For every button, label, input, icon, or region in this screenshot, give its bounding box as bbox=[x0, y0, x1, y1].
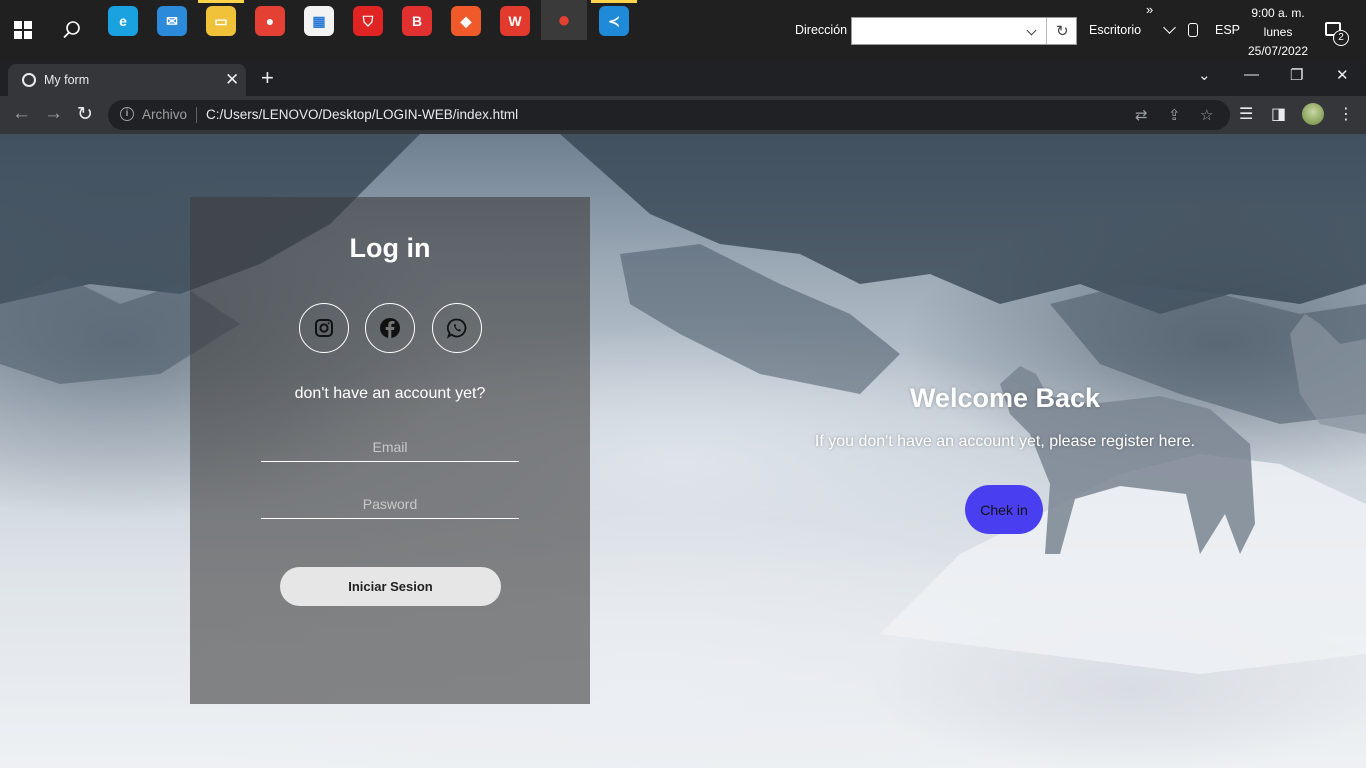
wps-office-icon[interactable]: W bbox=[500, 6, 530, 36]
brave-icon[interactable]: ◆ bbox=[451, 6, 481, 36]
globe-icon bbox=[22, 73, 36, 87]
whatsapp-button[interactable] bbox=[432, 303, 482, 353]
minimize-icon[interactable]: — bbox=[1244, 66, 1259, 83]
whatsapp-icon bbox=[446, 318, 467, 339]
tab-title: My form bbox=[44, 73, 90, 87]
refresh-icon[interactable]: ↻ bbox=[1056, 22, 1069, 40]
login-subtitle: don't have an account yet? bbox=[294, 385, 486, 402]
password-field[interactable] bbox=[261, 489, 519, 519]
browser-tab[interactable]: My form ✕ bbox=[8, 64, 246, 96]
share-icon[interactable]: ⇪ bbox=[1168, 106, 1181, 124]
system-clock[interactable]: 9:00 a. m. lunes 25/07/2022 bbox=[1240, 4, 1316, 61]
welcome-title: Welcome Back bbox=[909, 383, 1101, 413]
b-app-icon[interactable]: B bbox=[402, 6, 432, 36]
facebook-icon bbox=[380, 318, 400, 338]
vscode-icon[interactable]: ≺ bbox=[591, 0, 637, 36]
forward-icon[interactable]: → bbox=[44, 103, 63, 125]
back-icon[interactable]: ← bbox=[12, 103, 31, 125]
url-scheme-label: Archivo bbox=[142, 107, 188, 122]
address-toolbar-label: Dirección bbox=[795, 23, 848, 37]
bookmark-star-icon[interactable]: ☆ bbox=[1200, 106, 1213, 124]
instagram-button[interactable] bbox=[299, 303, 349, 353]
instagram-icon bbox=[315, 319, 333, 337]
close-window-icon[interactable]: ✕ bbox=[1336, 66, 1349, 84]
mail-icon[interactable]: ✉ bbox=[157, 6, 187, 36]
brave-shield-icon[interactable]: ⛉ bbox=[353, 6, 383, 36]
toolbar-overflow-icon[interactable]: » bbox=[1146, 2, 1153, 17]
address-bar[interactable]: i Archivo C:/Users/LENOVO/Desktop/LOGIN-… bbox=[108, 100, 1230, 130]
taskbar-app-glyph: ▦ bbox=[312, 12, 326, 29]
taskbar-app-glyph: ▭ bbox=[214, 12, 228, 29]
site-info-icon[interactable]: i bbox=[120, 107, 134, 121]
login-submit-button[interactable]: Iniciar Sesion bbox=[280, 567, 501, 606]
chevron-down-icon[interactable] bbox=[1026, 25, 1037, 36]
welcome-subtitle: If you don't have an account yet, please… bbox=[814, 433, 1196, 450]
microsoft-store-icon[interactable]: ▦ bbox=[304, 6, 334, 36]
clock-day: lunes bbox=[1263, 25, 1293, 39]
reload-icon[interactable]: ↻ bbox=[77, 103, 93, 126]
check-in-button[interactable]: Chek in bbox=[965, 485, 1043, 534]
clock-time: 9:00 a. m. bbox=[1251, 6, 1305, 20]
taskbar-app-glyph: W bbox=[508, 13, 522, 29]
browser-tab-strip: My form ✕ + ⌄ — ❐ ✕ bbox=[0, 62, 1366, 96]
desktop-toolbar-label[interactable]: Escritorio bbox=[1089, 23, 1141, 37]
new-tab-icon[interactable]: + bbox=[261, 65, 274, 91]
more-menu-icon[interactable]: ⋮ bbox=[1338, 104, 1354, 124]
translate-icon[interactable]: ⇄ bbox=[1135, 106, 1148, 124]
taskbar-app-glyph: ⛉ bbox=[362, 12, 374, 29]
taskbar-app-glyph: ● bbox=[265, 13, 275, 29]
chrome-active-icon[interactable]: ● bbox=[541, 0, 587, 40]
windows-start-icon[interactable] bbox=[14, 21, 32, 39]
divider bbox=[196, 107, 197, 123]
facebook-button[interactable] bbox=[365, 303, 415, 353]
file-explorer-icon[interactable]: ▭ bbox=[198, 0, 244, 36]
chrome-icon[interactable]: ● bbox=[255, 6, 285, 36]
reading-list-icon[interactable]: ☰ bbox=[1239, 104, 1253, 124]
login-title: Log in bbox=[349, 233, 431, 263]
hidden-icons-chevron-icon[interactable] bbox=[1163, 21, 1176, 34]
close-tab-icon[interactable]: ✕ bbox=[225, 70, 239, 90]
search-icon[interactable] bbox=[60, 18, 84, 42]
browser-toolbar: ← → ↻ i Archivo C:/Users/LENOVO/Desktop/… bbox=[0, 96, 1366, 134]
windows-taskbar: e ✉ ▭ ● ▦ ⛉ B ◆ W ● ≺ Dirección ↻ Escritorio » ESP… bbox=[0, 0, 1366, 62]
taskbar-app-glyph: ● bbox=[557, 7, 571, 32]
divider bbox=[1046, 18, 1047, 44]
url-text[interactable]: C:/Users/LENOVO/Desktop/LOGIN-WEB/index.… bbox=[206, 107, 518, 122]
side-panel-icon[interactable]: ◨ bbox=[1271, 104, 1286, 124]
notifications-count-badge: 2 bbox=[1333, 30, 1349, 46]
restore-icon[interactable]: ❐ bbox=[1290, 66, 1303, 84]
email-field[interactable] bbox=[261, 432, 519, 462]
address-toolbar-input[interactable]: ↻ bbox=[851, 17, 1077, 45]
login-card: Log in don't have an account yet? Inicia… bbox=[190, 197, 590, 704]
taskbar-app-glyph: B bbox=[411, 13, 423, 29]
page-viewport: Log in don't have an account yet? Inicia… bbox=[0, 134, 1366, 768]
taskbar-app-glyph: ◆ bbox=[460, 12, 472, 29]
microphone-icon[interactable] bbox=[1188, 23, 1198, 37]
profile-avatar[interactable] bbox=[1302, 103, 1324, 125]
snow-ridge bbox=[880, 454, 1366, 674]
taskbar-app-glyph: ≺ bbox=[608, 12, 620, 29]
edge-icon[interactable]: e bbox=[108, 6, 138, 36]
taskbar-app-glyph: ✉ bbox=[166, 12, 178, 29]
tab-search-chevron-icon[interactable]: ⌄ bbox=[1198, 66, 1211, 84]
clock-date: 25/07/2022 bbox=[1247, 44, 1309, 58]
language-indicator[interactable]: ESP bbox=[1215, 23, 1240, 37]
taskbar-app-glyph: e bbox=[119, 13, 127, 29]
